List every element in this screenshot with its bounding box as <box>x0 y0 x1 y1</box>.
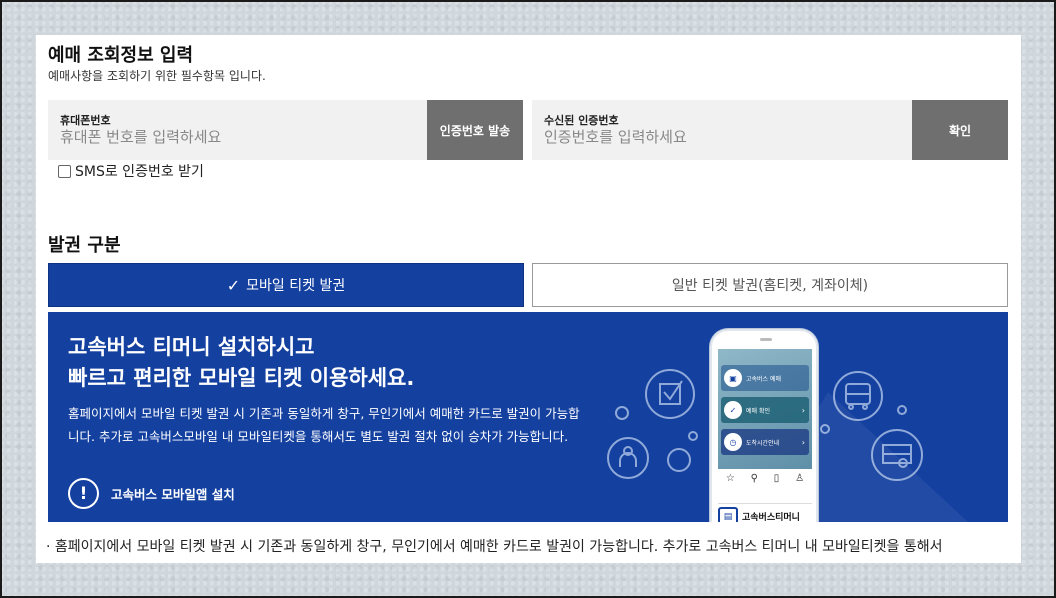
section-title-ticket-type: 발권 구분 <box>48 235 121 256</box>
phone-brand: ▤ 고속버스티머니 <box>718 503 812 522</box>
chevron-right-icon: › <box>801 405 805 415</box>
banner-headline: 고속버스 티머니 설치하시고 빠르고 편리한 모바일 티켓 이용하세요. <box>68 332 414 394</box>
section-subtitle: 예매사항을 조회하기 위한 필수항목 입니다. <box>48 69 266 83</box>
check-icon: ✓ <box>226 275 241 295</box>
phone-icon-row: ☆ ⚲ ▯ ♙ <box>718 473 812 484</box>
sms-option[interactable]: SMS로 인증번호 받기 <box>58 161 204 181</box>
tab-general-ticket[interactable]: 일반 티켓 발권(홈티켓, 계좌이체) <box>532 263 1008 307</box>
book-icon: ▯ <box>773 473 780 484</box>
info-note: · 홈페이지에서 모바일 티켓 발권 시 기존과 동일하게 창구, 무인기에서 … <box>46 539 943 555</box>
sms-checkbox[interactable] <box>58 164 71 178</box>
star-icon: ☆ <box>725 473 735 484</box>
bus-logo-icon: ▤ <box>718 506 738 522</box>
phone-field[interactable]: 휴대폰번호 <box>48 100 427 160</box>
chevron-right-icon: › <box>801 437 805 447</box>
banner-headline-line2: 빠르고 편리한 모바일 티켓 이용하세요. <box>68 366 415 390</box>
banner-headline-line1: 고속버스 티머니 설치하시고 <box>68 335 315 359</box>
phone-mockup: ▣ 고속버스 예매 ✓ 예매 확인 › ◷ 도착시간안내 › ☆ ⚲ ▯ ♙ ▤… <box>710 329 818 522</box>
person-icon <box>607 437 649 479</box>
phone-menu-label: 도착시간안내 <box>746 439 780 447</box>
app-install-label: 고속버스 모바일앱 설치 <box>111 487 235 502</box>
clock-icon: ◷ <box>724 433 742 451</box>
check-icon: ✓ <box>724 401 742 419</box>
code-field-label: 수신된 인증번호 <box>544 114 619 127</box>
phone-menu-item: ◷ 도착시간안내 › <box>721 429 809 455</box>
code-input[interactable] <box>544 128 904 146</box>
search-icon: ⚲ <box>750 473 758 484</box>
phone-menu-label: 예매 확인 <box>746 407 770 415</box>
confirm-button[interactable]: 확인 <box>912 100 1008 160</box>
phone-field-label: 휴대폰번호 <box>60 114 111 127</box>
section-title-booking-info: 예매 조회정보 입력 <box>48 45 194 66</box>
phone-menu-item: ▣ 고속버스 예매 <box>721 365 809 391</box>
app-promo-banner: 고속버스 티머니 설치하시고 빠르고 편리한 모바일 티켓 이용하세요. 홈페이… <box>48 312 1008 522</box>
phone-speaker <box>760 338 772 341</box>
person-icon: ♙ <box>795 473 805 484</box>
exclamation-icon: ! <box>68 478 99 509</box>
tab-general-ticket-label: 일반 티켓 발권(홈티켓, 계좌이체) <box>671 278 869 294</box>
code-field[interactable]: 수신된 인증번호 <box>532 100 912 160</box>
sms-option-label: SMS로 인증번호 받기 <box>75 164 204 180</box>
phone-screen: ▣ 고속버스 예매 ✓ 예매 확인 › ◷ 도착시간안내 › <box>718 349 812 469</box>
tab-mobile-ticket-label: 모바일 티켓 발권 <box>246 278 346 294</box>
send-code-button[interactable]: 인증번호 발송 <box>427 100 523 160</box>
phone-brand-label: 고속버스티머니 <box>742 513 800 522</box>
phone-menu-label: 고속버스 예매 <box>746 375 782 383</box>
app-install-link[interactable]: ! 고속버스 모바일앱 설치 <box>68 478 235 509</box>
bus-icon: ▣ <box>724 369 742 387</box>
phone-menu-item: ✓ 예매 확인 › <box>721 397 809 423</box>
banner-body: 홈페이지에서 모바일 티켓 발권 시 기존과 동일하게 창구, 무인기에서 예매… <box>68 406 580 444</box>
content-panel: 예매 조회정보 입력 예매사항을 조회하기 위한 필수항목 입니다. 휴대폰번호… <box>36 35 1021 563</box>
tab-mobile-ticket[interactable]: ✓ 모바일 티켓 발권 <box>48 263 524 307</box>
ticket-check-icon <box>645 369 695 419</box>
phone-input[interactable] <box>60 128 420 146</box>
